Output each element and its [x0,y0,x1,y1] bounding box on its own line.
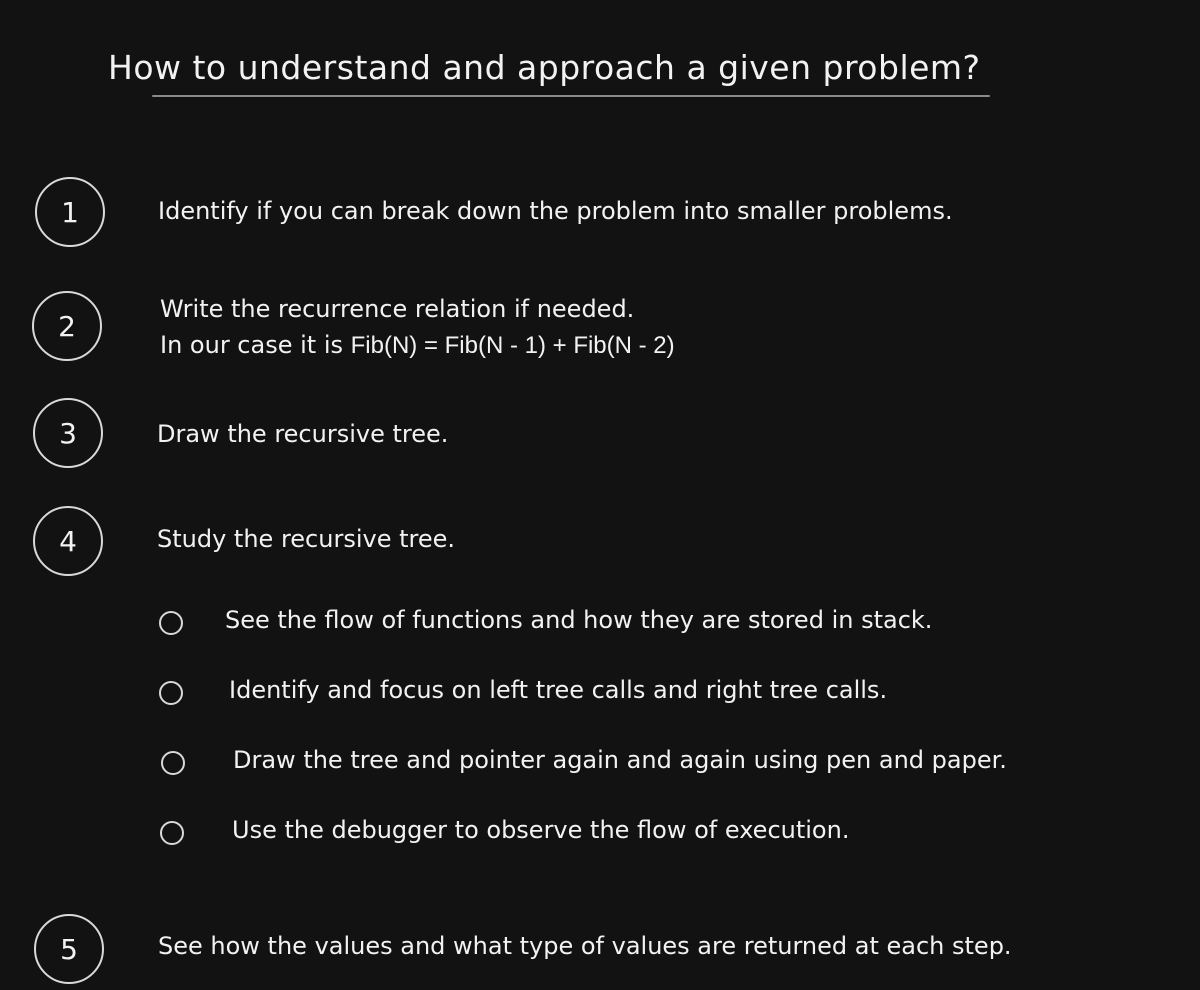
step-2-line-2: In our case it is Fib(N) = Fib(N - 1) + … [160,327,675,364]
step-4-bullet-3: Draw the tree and pointer again and agai… [233,746,1007,774]
step-1-number-circle: 1 [35,177,105,247]
title-underline [152,95,990,97]
step-4-bullet-4: Use the debugger to observe the flow of … [232,816,850,844]
step-4-text: Study the recursive tree. [157,525,455,553]
bullet-circle [160,821,184,845]
step-2-text: Write the recurrence relation if needed.… [160,291,675,364]
step-3-number: 3 [59,416,77,450]
step-4-number-circle: 4 [33,506,103,576]
step-5-text: See how the values and what type of valu… [158,932,1012,960]
step-5-number: 5 [60,932,78,966]
step-1-text: Identify if you can break down the probl… [158,197,953,225]
step-2-line-1: Write the recurrence relation if needed. [160,295,635,323]
step-2-number-circle: 2 [32,291,102,361]
bullet-circle [161,751,185,775]
step-1-number: 1 [61,195,79,229]
step-3-number-circle: 3 [33,398,103,468]
step-4-bullet-2: Identify and focus on left tree calls an… [229,676,888,704]
step-4-bullet-1: See the flow of functions and how they a… [225,606,933,634]
step-2-formula: Fib(N) = Fib(N - 1) + Fib(N - 2) [350,332,675,359]
step-2-number: 2 [58,309,76,343]
bullet-circle [159,681,183,705]
bullet-circle [159,611,183,635]
page-title: How to understand and approach a given p… [108,48,981,87]
step-4-number: 4 [59,524,77,558]
step-3-text: Draw the recursive tree. [157,420,449,448]
step-5-number-circle: 5 [34,914,104,984]
step-2-line-2-prefix: In our case it is [160,331,351,359]
